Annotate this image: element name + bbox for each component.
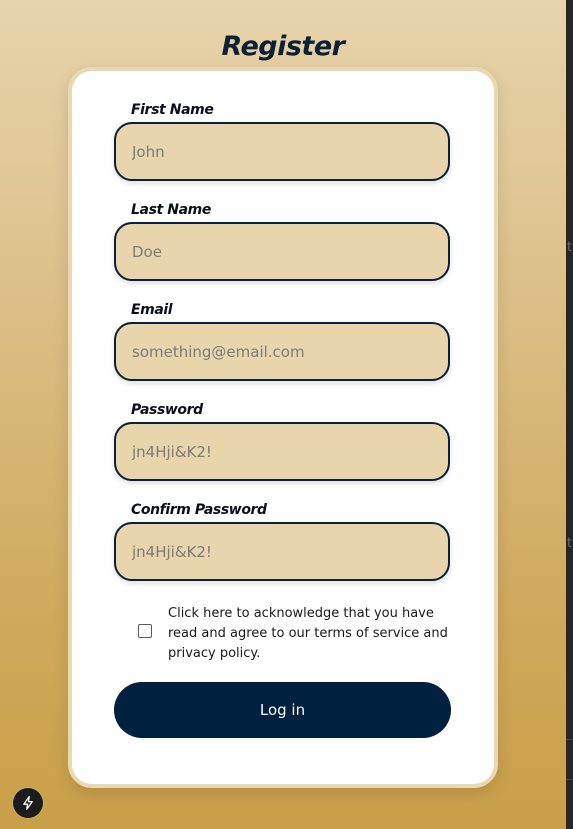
- confirm-password-input[interactable]: [114, 522, 450, 581]
- dev-tools-badge[interactable]: [13, 788, 43, 818]
- login-button-label: Log in: [259, 701, 306, 719]
- side-panel-text: t: [567, 240, 573, 255]
- password-input[interactable]: [114, 422, 450, 481]
- confirm-password-label: Confirm Password: [131, 502, 267, 518]
- password-label: Password: [131, 402, 203, 418]
- login-button[interactable]: Log in: [114, 682, 451, 738]
- last-name-label: Last Name: [131, 202, 211, 218]
- page-title: Register: [221, 31, 345, 63]
- side-panel-divider: [566, 779, 573, 780]
- register-form-card: First Name Last Name Email Password Conf…: [68, 67, 498, 788]
- lightning-bolt-icon: [23, 795, 33, 811]
- email-label: Email: [131, 302, 173, 318]
- terms-acknowledgement-text[interactable]: Click here to acknowledge that you have …: [168, 604, 448, 664]
- side-panel-text: t: [567, 536, 573, 551]
- email-input[interactable]: [114, 322, 450, 381]
- side-panel-divider: [566, 739, 573, 740]
- terms-checkbox[interactable]: [138, 624, 152, 638]
- last-name-input[interactable]: [114, 222, 450, 281]
- side-panel-strip: [566, 0, 573, 829]
- first-name-input[interactable]: [114, 122, 450, 181]
- first-name-label: First Name: [131, 102, 214, 118]
